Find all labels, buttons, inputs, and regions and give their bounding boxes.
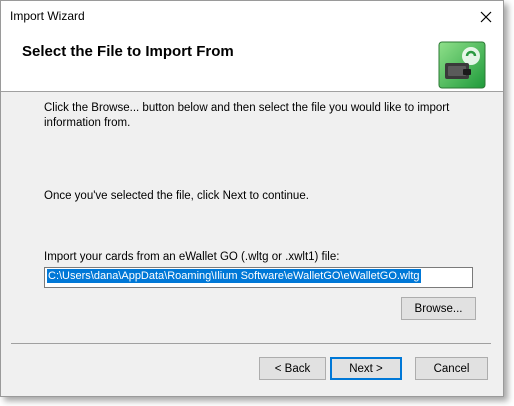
close-icon xyxy=(480,11,492,22)
title-bar[interactable]: Import Wizard xyxy=(1,1,503,32)
file-path-value: C:\Users\dana\AppData\Roaming\Ilium Soft… xyxy=(47,269,421,283)
wizard-header: Select the File to Import From xyxy=(1,32,503,92)
back-button[interactable]: < Back xyxy=(259,357,326,380)
next-hint-text: Once you've selected the file, click Nex… xyxy=(44,190,309,202)
file-field-label: Import your cards from an eWallet GO (.w… xyxy=(44,251,340,263)
instruction-text: Click the Browse... button below and the… xyxy=(44,102,450,129)
cancel-button[interactable]: Cancel xyxy=(415,357,488,380)
import-wizard-window: Import Wizard Select the File to Import … xyxy=(0,0,504,397)
window-title: Import Wizard xyxy=(10,9,85,23)
next-button[interactable]: Next > xyxy=(330,357,402,380)
browse-button[interactable]: Browse... xyxy=(401,297,476,320)
wallet-import-icon xyxy=(438,41,486,89)
close-button[interactable] xyxy=(469,1,503,32)
footer-divider xyxy=(11,343,491,344)
file-path-input[interactable]: C:\Users\dana\AppData\Roaming\Ilium Soft… xyxy=(44,267,473,288)
page-title: Select the File to Import From xyxy=(22,43,234,60)
